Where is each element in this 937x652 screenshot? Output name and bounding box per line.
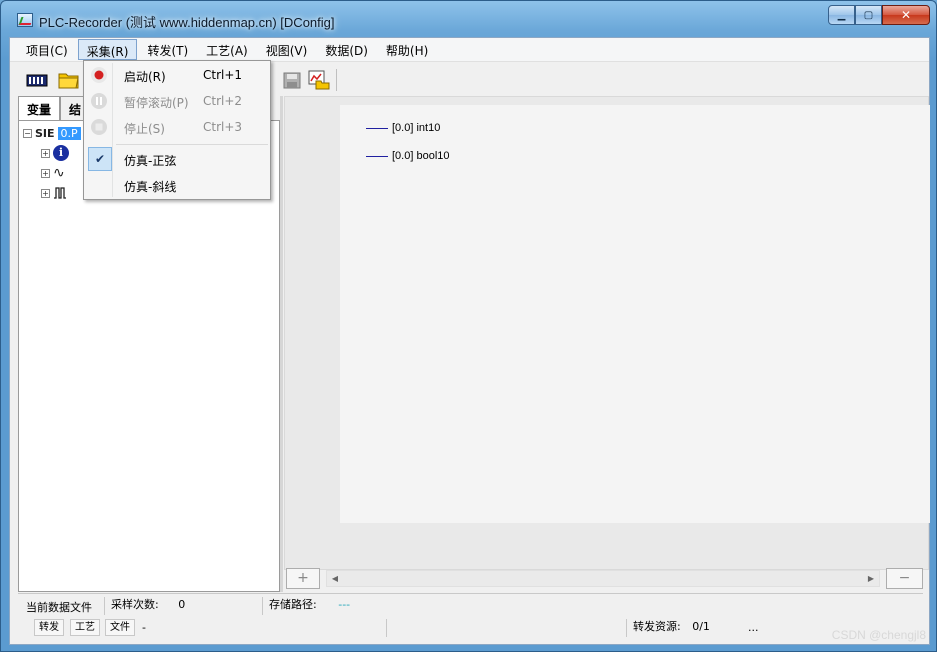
square-wave-icon [54, 187, 66, 199]
horizontal-scrollbar[interactable]: ◀ ▶ [326, 570, 880, 587]
collapse-icon[interactable]: − [23, 128, 32, 138]
legend-item: [0.0] int10 [366, 122, 440, 134]
menu-item-label: 仿真-斜线 [124, 180, 177, 194]
open-chart-icon[interactable] [308, 70, 330, 90]
status-bar-primary: 当前数据文件 采样次数: 0 存储路径: --- [18, 593, 923, 615]
menu-help[interactable]: 帮助(H) [378, 39, 436, 60]
tree-root-row[interactable]: − SIE 0.P [23, 124, 81, 142]
sine-wave-icon: ∿ [53, 165, 65, 181]
scroll-right-icon[interactable]: ▶ [863, 571, 879, 586]
legend-item: [0.0] bool10 [366, 150, 450, 162]
process-status-button[interactable]: 工艺 [70, 619, 100, 636]
forward-status-button[interactable]: 转发 [34, 619, 64, 636]
save-disk-icon[interactable] [282, 70, 304, 90]
file-status-value: - [142, 621, 146, 634]
menu-data[interactable]: 数据(D) [317, 39, 376, 60]
expand-icon[interactable]: + [41, 148, 50, 158]
legend-line-swatch [366, 155, 388, 157]
title-bar[interactable]: PLC-Recorder (测试 www.hiddenmap.cn) [DCon… [1, 1, 937, 37]
tree-digital-row[interactable]: + [41, 184, 67, 202]
legend-label: [0.0] int10 [392, 122, 441, 134]
app-icon[interactable] [17, 13, 33, 27]
current-file-label: 当前数据文件 [26, 601, 92, 614]
menu-item-label: 启动(R) [124, 70, 166, 84]
app-window: PLC-Recorder (测试 www.hiddenmap.cn) [DCon… [0, 0, 937, 652]
storage-path-label: 存储路径: [269, 598, 317, 611]
expand-icon[interactable]: + [41, 168, 50, 178]
file-status-button[interactable]: 文件 [105, 619, 135, 636]
acquire-dropdown-menu: 启动(R) Ctrl+1 暂停滚动(P) Ctrl+2 停止(S) Ctrl+3… [83, 60, 271, 200]
menu-item-label: 暂停滚动(P) [124, 96, 189, 110]
open-folder-icon[interactable] [58, 70, 80, 90]
tree-analog-row[interactable]: + ∿ [41, 164, 65, 182]
maximize-button[interactable]: ▢ [855, 5, 882, 25]
status-bar-secondary: 转发 工艺 文件 - 转发资源: 0/1 ... [18, 616, 923, 640]
menu-item-shortcut: Ctrl+2 [203, 94, 243, 108]
check-icon: ✔ [88, 147, 112, 171]
forward-resource-value: 0/1 [692, 620, 710, 633]
menu-item-pause[interactable]: 暂停滚动(P) Ctrl+2 [86, 89, 269, 113]
caption-buttons: ▁ ▢ ✕ [828, 5, 930, 25]
menu-item-label: 停止(S) [124, 122, 165, 136]
tab-strip: 变量 结 [18, 96, 91, 120]
menu-item-sim-sine[interactable]: ✔ 仿真-正弦 [86, 147, 269, 171]
plot-area[interactable]: [0.0] int10 [0.0] bool10 [340, 105, 930, 523]
record-icon [91, 67, 107, 83]
storage-path-value: --- [338, 598, 351, 611]
sample-count-cell: 采样次数: 0 [104, 597, 260, 615]
menu-item-sim-ramp[interactable]: 仿真-斜线 [86, 173, 269, 197]
status-spacer [386, 619, 626, 637]
scroll-left-icon[interactable]: ◀ [327, 571, 343, 586]
legend-line-swatch [366, 127, 388, 129]
menu-process[interactable]: 工艺(A) [198, 39, 256, 60]
menu-item-stop[interactable]: 停止(S) Ctrl+3 [86, 115, 269, 139]
stop-icon [91, 119, 107, 135]
chart-panel: [0.0] int10 [0.0] bool10 [284, 96, 930, 570]
forward-resource-cell: 转发资源: 0/1 [626, 619, 736, 637]
panel-splitter[interactable] [280, 96, 283, 592]
toolbar-separator [336, 69, 337, 91]
window-title: PLC-Recorder (测试 www.hiddenmap.cn) [DCon… [39, 15, 335, 30]
tree-root-label[interactable]: SIE [35, 127, 55, 140]
menu-forward[interactable]: 转发(T) [139, 39, 196, 60]
pause-icon [91, 93, 107, 109]
sample-count-value: 0 [178, 598, 186, 611]
tree-info-row[interactable]: + i [41, 144, 69, 162]
tab-variables[interactable]: 变量 [18, 96, 61, 120]
chart-scroll-row: + ◀ ▶ − [284, 568, 929, 590]
legend-label: [0.0] bool10 [392, 150, 450, 162]
add-chart-button[interactable]: + [286, 568, 320, 589]
menu-view[interactable]: 视图(V) [258, 39, 316, 60]
tree-selected-node[interactable]: 0.P [57, 126, 81, 140]
status-ellipsis: ... [748, 621, 759, 634]
storage-path-cell: 存储路径: --- [262, 597, 862, 615]
plc-device-icon[interactable] [26, 70, 48, 90]
menu-item-shortcut: Ctrl+3 [203, 120, 243, 134]
sample-count-label: 采样次数: [111, 598, 159, 611]
expand-icon[interactable]: + [41, 188, 50, 198]
menu-acquire[interactable]: 采集(R) [77, 39, 138, 60]
remove-chart-button[interactable]: − [886, 568, 923, 589]
menu-item-start[interactable]: 启动(R) Ctrl+1 [86, 63, 269, 87]
menu-item-shortcut: Ctrl+1 [203, 68, 243, 82]
menu-item-label: 仿真-正弦 [124, 154, 177, 168]
menu-bar: 项目(C) 采集(R) 转发(T) 工艺(A) 视图(V) 数据(D) 帮助(H… [10, 38, 929, 62]
close-button[interactable]: ✕ [882, 5, 930, 25]
info-icon: i [53, 145, 69, 161]
forward-resource-label: 转发资源: [633, 620, 681, 633]
menu-project[interactable]: 项目(C) [18, 39, 76, 60]
watermark: CSDN @chengjl8 [831, 628, 926, 642]
minimize-button[interactable]: ▁ [828, 5, 855, 25]
menu-separator [116, 144, 268, 145]
